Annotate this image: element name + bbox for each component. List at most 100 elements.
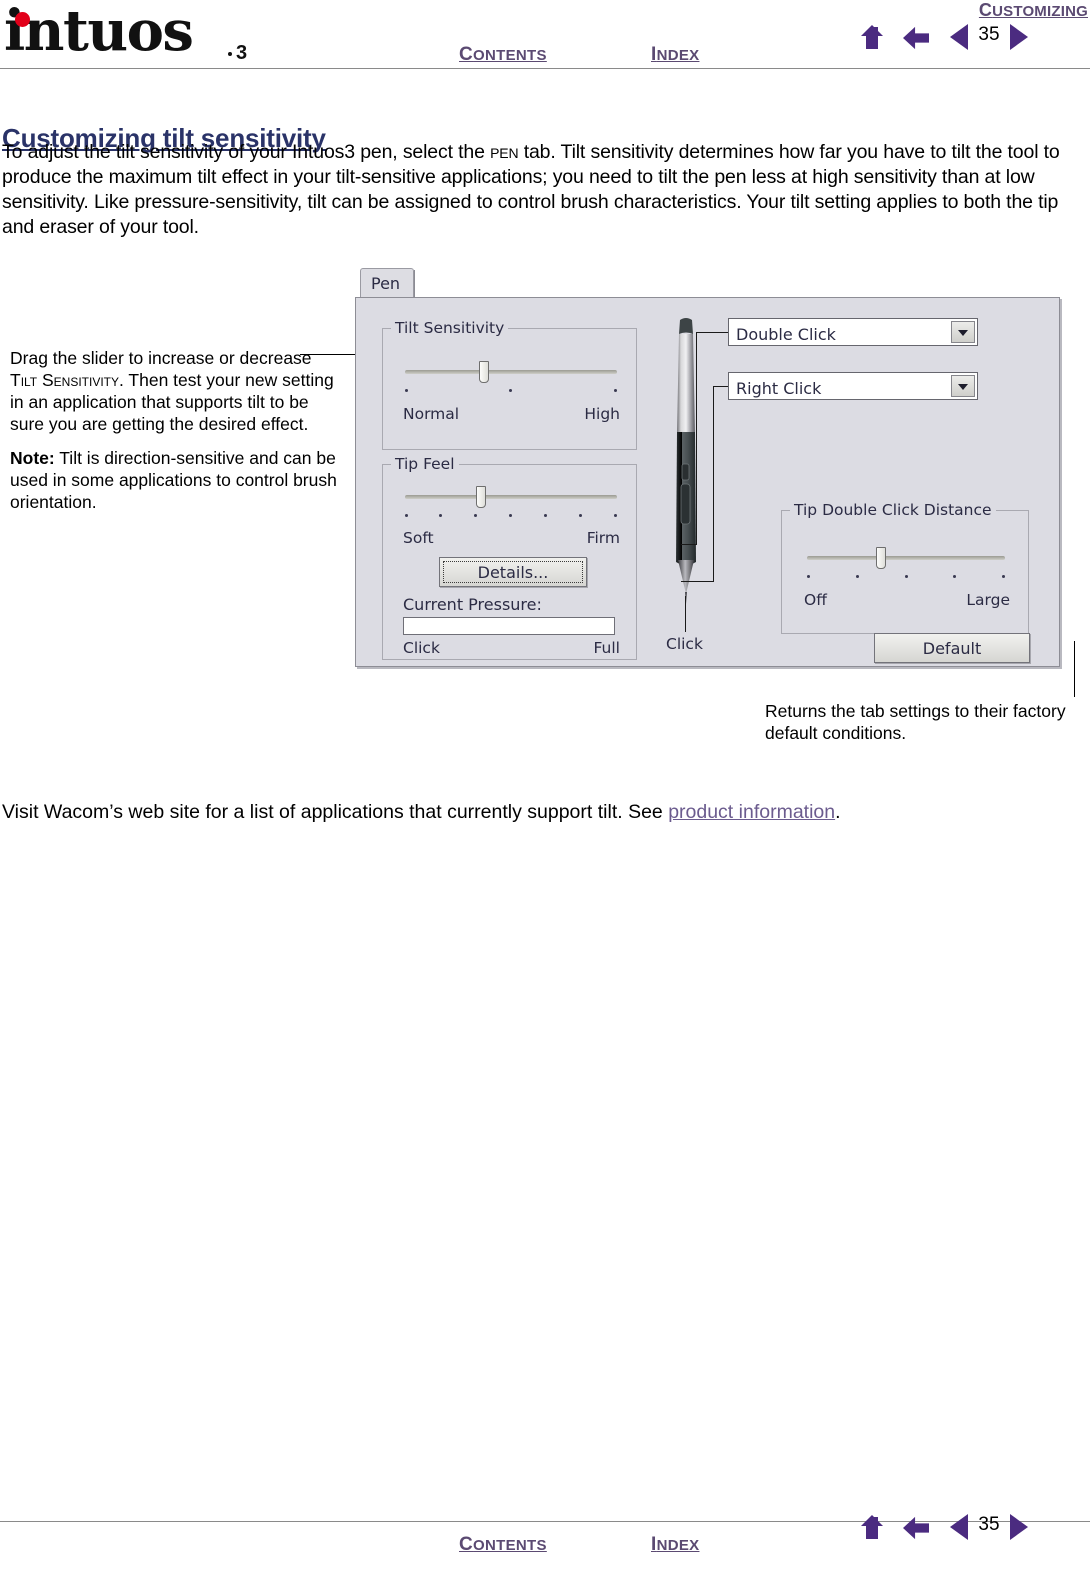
logo-period-icon <box>228 52 232 56</box>
tip-double-click-distance-min-label: Off <box>804 591 827 609</box>
tick <box>1002 575 1005 578</box>
closing-text-before: Visit Wacom’s web site for a list of app… <box>2 801 669 823</box>
next-page-icon[interactable] <box>1010 24 1028 50</box>
header-nav-icon-group: 35 <box>855 12 1085 58</box>
product-information-label: product information <box>668 801 836 823</box>
tilt-sensitivity-ticks <box>405 389 617 395</box>
tab-pen[interactable]: Pen <box>360 268 414 298</box>
tick <box>856 575 859 578</box>
tilt-sensitivity-slider-thumb[interactable] <box>479 361 489 383</box>
tick <box>614 389 617 392</box>
back-arrow-icon[interactable] <box>903 1515 929 1541</box>
previous-page-icon[interactable] <box>950 24 968 50</box>
pen-graphic-icon <box>676 318 696 604</box>
page-header: CUSTOMIZING intuos 3 CONTENTS INDEX 35 <box>0 0 1090 72</box>
tick <box>405 514 408 517</box>
group-tip-feel-title: Tip Feel <box>391 455 459 473</box>
callout-left-p1a: Drag the slider to increase or decrease <box>10 348 312 368</box>
footer-page-number: 35 <box>978 1514 1000 1535</box>
leader-line-vertical-upper <box>696 332 697 544</box>
dropdown-right-click[interactable]: Right Click <box>728 372 978 400</box>
group-tilt-sensitivity: Tilt Sensitivity Normal High <box>382 319 637 450</box>
group-tilt-sensitivity-title: Tilt Sensitivity <box>391 319 509 337</box>
chevron-down-icon <box>958 330 968 336</box>
dropdown-double-click-value: Double Click <box>736 325 836 344</box>
logo-version-number: 3 <box>236 42 248 64</box>
tip-double-click-distance-slider-track[interactable] <box>807 556 1005 560</box>
group-tip-double-click-distance: Tip Double Click Distance Off Large <box>781 501 1029 634</box>
callout-right-leader-line <box>1074 641 1075 697</box>
leader-line-vertical-lower <box>713 386 714 581</box>
tab-strip-divider <box>414 270 415 298</box>
callout-left-p1-smallcaps: Tilt Sensitivity <box>10 370 120 390</box>
header-index-label: INDEX <box>651 44 700 65</box>
chevron-down-icon <box>958 384 968 390</box>
pen-illustration <box>656 316 716 616</box>
tick <box>905 575 908 578</box>
header-index-link[interactable]: INDEX <box>651 44 699 66</box>
callout-left-paragraph-1: Drag the slider to increase or decrease … <box>10 347 340 435</box>
home-icon[interactable] <box>861 25 883 49</box>
tilt-sensitivity-max-label: High <box>584 405 620 423</box>
footer-index-label: INDEX <box>651 1534 700 1555</box>
current-pressure-label: Current Pressure: <box>403 595 542 614</box>
closing-paragraph: Visit Wacom’s web site for a list of app… <box>2 800 1082 825</box>
tip-feel-slider-track[interactable] <box>405 495 617 499</box>
group-tip-double-click-distance-title: Tip Double Click Distance <box>790 501 996 519</box>
default-button[interactable]: Default <box>874 633 1030 663</box>
dropdown-right-click-arrow-button[interactable] <box>951 375 975 397</box>
pressure-max-label: Full <box>593 639 620 657</box>
footer-contents-label: CONTENTS <box>459 1534 547 1555</box>
pen-click-label: Click <box>666 635 703 653</box>
callout-left-note-label: Note: <box>10 448 55 468</box>
tip-feel-ticks <box>405 514 617 520</box>
callout-left-note: Note: Tilt is direction-sensitive and ca… <box>10 447 340 513</box>
details-button[interactable]: Details... <box>439 557 587 587</box>
tip-double-click-distance-max-label: Large <box>966 591 1010 609</box>
tick <box>614 514 617 517</box>
intuos-logo: intuos 3 <box>4 2 304 66</box>
leader-line-from-switch-lower <box>681 581 714 582</box>
back-arrow-icon[interactable] <box>903 25 929 51</box>
dropdown-double-click-arrow-button[interactable] <box>951 321 975 343</box>
tick <box>439 514 442 517</box>
header-contents-label: CONTENTS <box>459 44 547 65</box>
tick <box>405 389 408 392</box>
tick <box>509 514 512 517</box>
intro-text: To adjust the tilt sensitivity of your I… <box>2 141 1060 238</box>
leader-line-click <box>685 596 686 632</box>
tick <box>544 514 547 517</box>
product-information-link[interactable]: product information <box>668 801 835 823</box>
footer-index-link[interactable]: INDEX <box>651 1534 699 1556</box>
tab-pen-label: Pen <box>371 274 401 293</box>
tip-feel-slider-thumb[interactable] <box>476 486 486 508</box>
details-button-focus-ring <box>443 561 583 583</box>
dropdown-right-click-value: Right Click <box>736 379 822 398</box>
previous-page-icon[interactable] <box>950 1514 968 1540</box>
logo-wordmark: intuos <box>4 0 194 64</box>
callout-tilt-slider: Drag the slider to increase or decrease … <box>10 347 340 525</box>
callout-right-text: Returns the tab settings to their factor… <box>765 701 1066 743</box>
tilt-sensitivity-slider-track[interactable] <box>405 370 617 374</box>
pen-control-panel-dialog: Pen Tilt Sensitivity Normal High Tip Fee… <box>355 268 1063 670</box>
closing-text-after: . <box>835 801 841 823</box>
footer-nav-icon-group: 35 <box>855 1502 1085 1548</box>
leader-line-to-right-click <box>713 386 728 387</box>
tip-double-click-distance-slider-thumb[interactable] <box>876 547 886 569</box>
callout-left-note-text: Tilt is direction-sensitive and can be u… <box>10 448 337 512</box>
header-divider <box>0 68 1090 69</box>
footer-contents-link[interactable]: CONTENTS <box>459 1534 547 1556</box>
tick <box>807 575 810 578</box>
header-page-number: 35 <box>978 24 1000 45</box>
leader-line-from-switch-upper <box>681 544 697 545</box>
tick <box>474 514 477 517</box>
home-icon[interactable] <box>861 1515 883 1539</box>
intro-paragraph: To adjust the tilt sensitivity of your I… <box>2 140 1088 240</box>
next-page-icon[interactable] <box>1010 1514 1028 1540</box>
callout-default-button: Returns the tab settings to their factor… <box>765 700 1085 744</box>
logo-red-dot-icon <box>15 12 30 27</box>
tick <box>953 575 956 578</box>
header-contents-link[interactable]: CONTENTS <box>459 44 547 66</box>
dropdown-double-click[interactable]: Double Click <box>728 318 978 346</box>
pressure-min-label: Click <box>403 639 440 657</box>
